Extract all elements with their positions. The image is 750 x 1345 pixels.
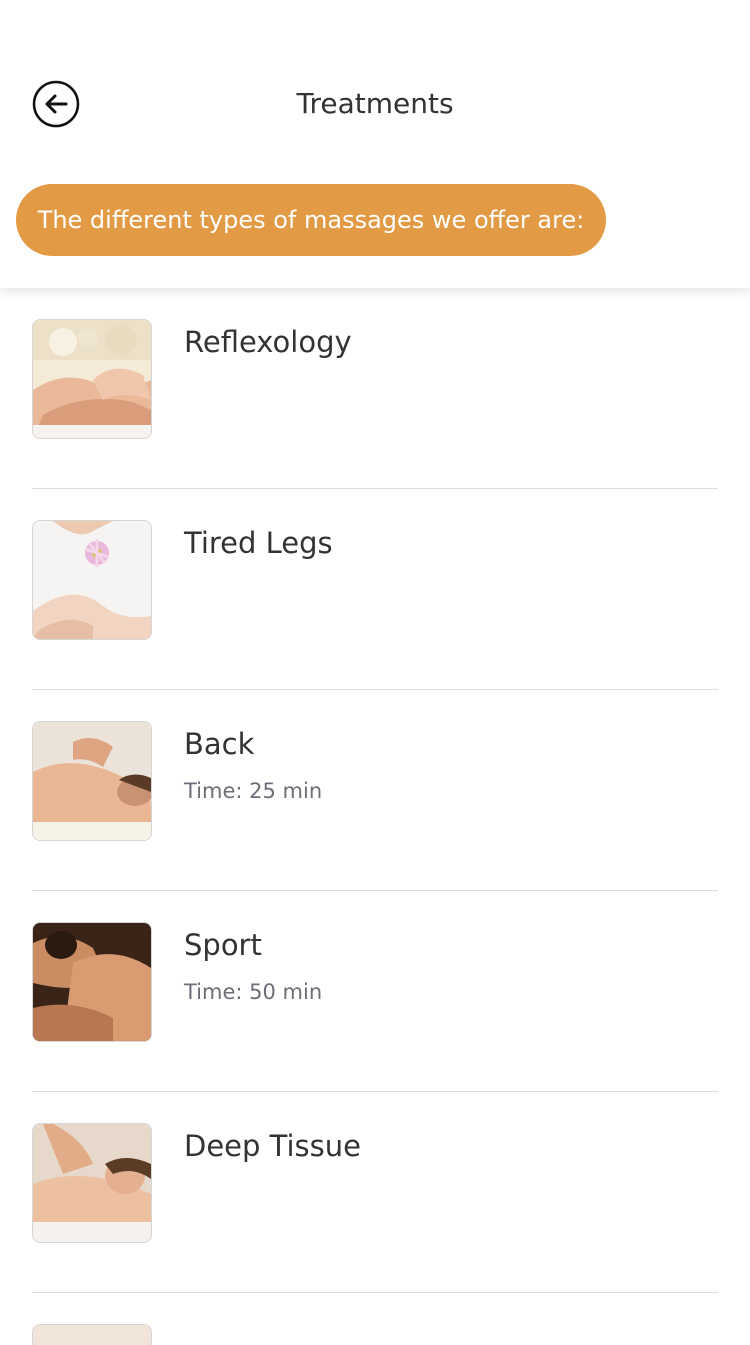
treatment-name: Reflexology [184,325,352,359]
treatment-image [32,922,152,1042]
treatment-item-tired-legs[interactable]: Tired Legs [32,489,718,690]
info-banner: The different types of massages we offer… [16,184,606,256]
treatment-name: Sport [184,928,262,962]
treatment-image [32,1123,152,1243]
treatment-item-back[interactable]: Back Time: 25 min [32,690,718,891]
treatment-name: Back [184,727,255,761]
treatment-image [32,520,152,640]
treatment-time: Time: 25 min [184,779,323,803]
page-title: Treatments [296,87,454,120]
treatment-image [32,721,152,841]
treatment-time: Time: 50 min [184,980,323,1004]
treatment-image [32,319,152,439]
treatment-image [32,1324,152,1345]
treatment-item-reflexology[interactable]: Reflexology [32,288,718,489]
treatment-name: Deep Tissue [184,1129,361,1163]
treatment-item-sport[interactable]: Sport Time: 50 min [32,891,718,1092]
treatment-list: Reflexology Tired Legs Back Time: 25 min… [0,288,750,1293]
header: Treatments The different types of massag… [0,0,750,288]
treatment-item-deep-tissue[interactable]: Deep Tissue [32,1092,718,1293]
treatment-name: Tired Legs [184,526,333,560]
